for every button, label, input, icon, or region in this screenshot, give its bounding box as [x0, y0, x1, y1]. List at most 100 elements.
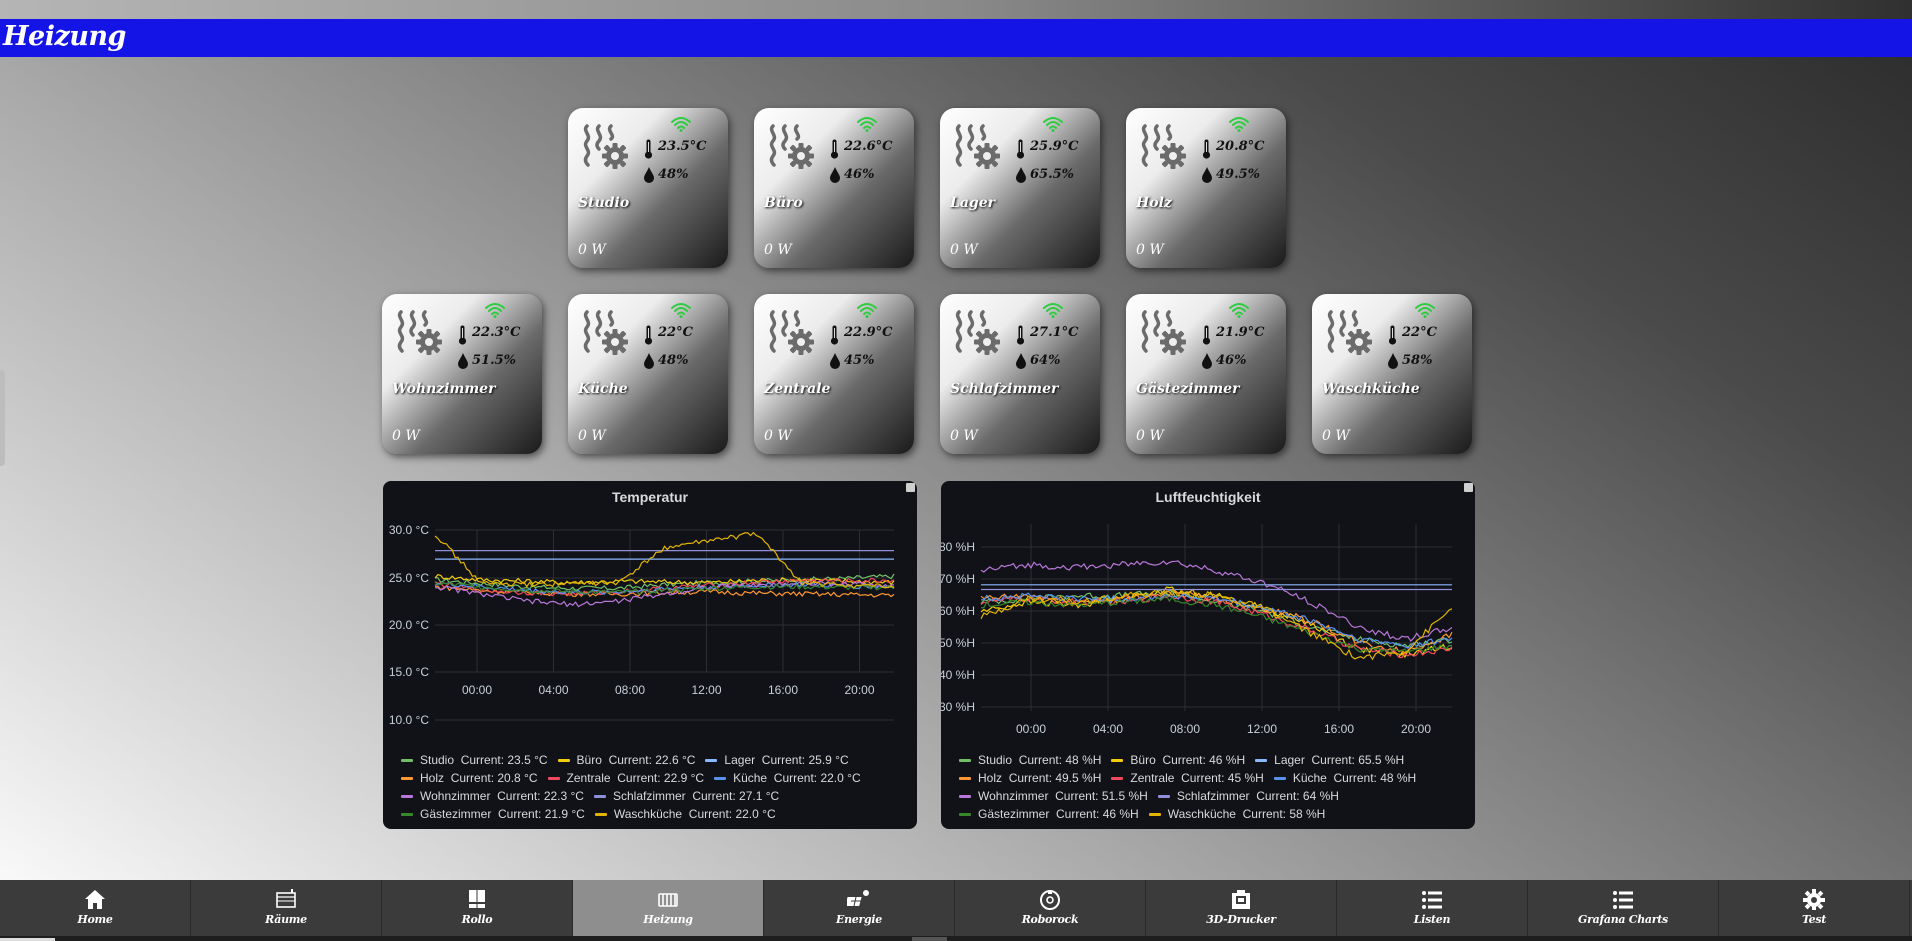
- nav-item-r-ume[interactable]: Räume: [191, 880, 382, 936]
- room-tile[interactable]: 23.5°C 48% Studio 0 W: [568, 108, 728, 268]
- humidity-value: 58%: [1402, 353, 1433, 368]
- series-line-gästezimmer: [980, 595, 1453, 655]
- legend-item[interactable]: Wohnzimmer Current: 22.3 °C: [401, 787, 584, 805]
- heating-gear-icon: [955, 124, 1000, 169]
- y-tick-label: 15.0 °C: [389, 665, 429, 679]
- bottom-navigation: Home Räume Rollo Heizung Energie Roborock 3D-D…: [0, 880, 1912, 941]
- nav-item-energie[interactable]: Energie: [764, 880, 955, 936]
- room-tile[interactable]: 22.9°C 45% Zentrale 0 W: [754, 294, 914, 454]
- legend-current-value: Current: 22.3 °C: [497, 789, 584, 803]
- legend-item[interactable]: Gästezimmer Current: 46 %H: [959, 805, 1139, 823]
- thermometer-icon: [1202, 139, 1211, 159]
- legend-swatch: [959, 812, 971, 816]
- room-tile[interactable]: 22°C 48% Küche 0 W: [568, 294, 728, 454]
- legend-swatch: [593, 794, 606, 798]
- wifi-icon: [671, 117, 691, 132]
- room-name: Schlafzimmer: [950, 381, 1059, 397]
- legend-current-value: Current: 46 %H: [1056, 807, 1139, 821]
- nav-item-test[interactable]: Test: [1719, 880, 1910, 936]
- legend-current-value: Current: 48 %H: [1018, 753, 1102, 767]
- legend-item[interactable]: Büro Current: 22.6 °C: [557, 751, 695, 769]
- legend-item[interactable]: Studio Current: 48 %H: [959, 751, 1101, 769]
- legend-item[interactable]: Gästezimmer Current: 21.9 °C: [401, 805, 585, 823]
- power-value: 0 W: [1136, 242, 1164, 258]
- legend-swatch: [401, 812, 413, 816]
- temperature-value: 20.8°C: [1216, 139, 1265, 154]
- y-tick-label: 60 %H: [941, 604, 975, 618]
- legend-swatch: [1148, 812, 1161, 816]
- power-value: 0 W: [764, 428, 792, 444]
- bottom-scroll-indicator: [0, 936, 1912, 941]
- y-tick-label: 80 %H: [941, 540, 975, 554]
- temperature-value: 22.9°C: [844, 325, 893, 340]
- thermometer-icon: [644, 139, 653, 159]
- nav-item-roborock[interactable]: Roborock: [955, 880, 1146, 936]
- side-drawer-handle[interactable]: [0, 370, 5, 466]
- thermometer-icon: [830, 139, 839, 159]
- legend-item[interactable]: Lager Current: 65.5 %H: [1255, 751, 1404, 769]
- room-tile[interactable]: 22.6°C 46% Büro 0 W: [754, 108, 914, 268]
- legend-current-value: Current: 58 %H: [1242, 807, 1326, 821]
- wifi-icon: [857, 117, 877, 132]
- legend-current-value: Current: 23.5 °C: [460, 753, 548, 767]
- legend-current-value: Current: 25.9 °C: [761, 753, 849, 767]
- room-tile[interactable]: 22°C 58% Waschküche 0 W: [1312, 294, 1472, 454]
- legend-item[interactable]: Lager Current: 25.9 °C: [705, 751, 849, 769]
- nav-item-home[interactable]: Home: [0, 880, 191, 936]
- temperature-value: 22.3°C: [472, 325, 521, 340]
- humidity-drop-icon: [644, 167, 654, 183]
- legend-item[interactable]: Holz Current: 49.5 %H: [959, 769, 1101, 787]
- y-tick-label: 50 %H: [941, 636, 975, 650]
- legend-item[interactable]: Waschküche Current: 22.0 °C: [594, 805, 776, 823]
- legend-item[interactable]: Küche Current: 48 %H: [1273, 769, 1416, 787]
- legend-current-value: Current: 51.5 %H: [1055, 789, 1148, 803]
- nav-item-grafana-charts[interactable]: Grafana Charts: [1528, 880, 1719, 936]
- heating-gear-icon: [1141, 124, 1186, 169]
- legend-item[interactable]: Wohnzimmer Current: 51.5 %H: [959, 787, 1148, 805]
- humidity-value: 49.5%: [1216, 167, 1261, 182]
- nav-item-listen[interactable]: Listen: [1337, 880, 1528, 936]
- legend-item[interactable]: Zentrale Current: 22.9 °C: [547, 769, 704, 787]
- legend-item[interactable]: Zentrale Current: 45 %H: [1111, 769, 1264, 787]
- x-tick-label: 20:00: [1401, 722, 1431, 736]
- chart-title: Luftfeuchtigkeit: [1155, 489, 1261, 505]
- legend-item[interactable]: Studio Current: 23.5 °C: [401, 751, 548, 769]
- nav-item-3d-drucker[interactable]: 3D-Drucker: [1146, 880, 1337, 936]
- power-value: 0 W: [392, 428, 420, 444]
- temperature-value: 22.6°C: [844, 139, 893, 154]
- legend-series-name: Holz: [978, 771, 1003, 785]
- legend-item[interactable]: Waschküche Current: 58 %H: [1148, 805, 1326, 823]
- legend-row: Wohnzimmer Current: 22.3 °C Schlafzimmer …: [401, 787, 911, 805]
- heating-gear-icon: [1327, 310, 1372, 355]
- nav-item-label: Energie: [836, 913, 882, 926]
- room-name: Studio: [578, 195, 630, 211]
- x-tick-label: 08:00: [1170, 722, 1200, 736]
- room-tile[interactable]: 25.9°C 65.5% Lager 0 W: [940, 108, 1100, 268]
- power-value: 0 W: [1136, 428, 1164, 444]
- legend-item[interactable]: Küche Current: 22.0 °C: [714, 769, 861, 787]
- room-name: Zentrale: [764, 381, 831, 397]
- legend-item[interactable]: Holz Current: 20.8 °C: [401, 769, 538, 787]
- legend-row: Holz Current: 20.8 °C Zentrale Current: 2…: [401, 769, 911, 787]
- legend-swatch: [401, 794, 413, 798]
- nav-item-heizung[interactable]: Heizung: [573, 880, 764, 936]
- room-tile[interactable]: 20.8°C 49.5% Holz 0 W: [1126, 108, 1286, 268]
- legend-series-name: Schlafzimmer: [1176, 789, 1250, 803]
- nav-item-rollo[interactable]: Rollo: [382, 880, 573, 936]
- header-bar: Heizung: [0, 19, 1912, 57]
- nav-item-label: Listen: [1413, 913, 1451, 926]
- room-tile[interactable]: 21.9°C 46% Gästezimmer 0 W: [1126, 294, 1286, 454]
- panel-corner-icon[interactable]: [906, 483, 915, 492]
- nav-item-label: Roborock: [1021, 913, 1079, 926]
- legend-item[interactable]: Schlafzimmer Current: 27.1 °C: [593, 787, 779, 805]
- room-tile[interactable]: 27.1°C 64% Schlafzimmer 0 W: [940, 294, 1100, 454]
- legend-swatch: [714, 776, 727, 780]
- legend-item[interactable]: Schlafzimmer Current: 64 %H: [1157, 787, 1339, 805]
- room-tile[interactable]: 22.3°C 51.5% Wohnzimmer 0 W: [382, 294, 542, 454]
- legend-item[interactable]: Büro Current: 46 %H: [1111, 751, 1245, 769]
- legend-series-name: Büro: [1130, 753, 1156, 767]
- humidity-drop-icon: [1388, 353, 1398, 369]
- humidity-value: 48%: [658, 167, 689, 182]
- humidity-drop-icon: [1202, 167, 1212, 183]
- panel-corner-icon[interactable]: [1464, 483, 1473, 492]
